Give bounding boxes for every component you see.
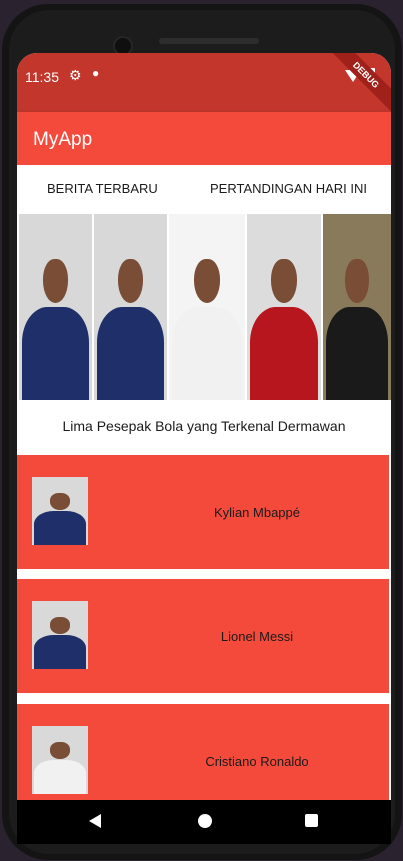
- player-name: Lionel Messi: [220, 629, 294, 644]
- player-name: Cristiano Ronaldo: [205, 754, 309, 769]
- tab-pertandingan-hari-ini[interactable]: PERTANDINGAN HARI INI: [210, 181, 367, 196]
- player-card-ronaldo[interactable]: Cristiano Ronaldo: [17, 704, 389, 800]
- tab-row: BERITA TERBARU PERTANDINGAN HARI INI: [17, 165, 391, 213]
- ozil-photo: [323, 214, 391, 400]
- ronaldo-photo: [169, 214, 245, 400]
- mbappe-photo: [19, 214, 92, 400]
- system-nav-bar: [17, 800, 391, 844]
- app-screen: 11:35 ⚙ ● DEBUG MyApp BERITA TERBARU PER…: [17, 53, 391, 800]
- settings-icon: ⚙: [69, 67, 82, 83]
- salah-photo: [247, 214, 321, 400]
- players-banner: [17, 214, 391, 400]
- earpiece: [159, 38, 259, 44]
- debug-banner: DEBUG: [321, 53, 391, 120]
- status-bar: 11:35 ⚙ ● DEBUG: [17, 53, 391, 120]
- recent-apps-icon[interactable]: [305, 814, 318, 827]
- back-icon[interactable]: [89, 814, 101, 828]
- status-time: 11:35: [25, 69, 59, 85]
- app-title: MyApp: [33, 129, 93, 150]
- app-bar: MyApp: [17, 112, 391, 165]
- player-thumbnail: [32, 601, 88, 669]
- banner-caption: Lima Pesepak Bola yang Terkenal Dermawan: [17, 400, 391, 455]
- player-thumbnail: [32, 477, 88, 545]
- home-icon[interactable]: [198, 814, 212, 828]
- messi-photo: [94, 214, 167, 400]
- player-card-messi[interactable]: Lionel Messi: [17, 579, 389, 693]
- player-name: Kylian Mbappé: [214, 505, 300, 520]
- player-card-mbappe[interactable]: Kylian Mbappé: [17, 455, 389, 569]
- tab-berita-terbaru[interactable]: BERITA TERBARU: [47, 181, 158, 196]
- player-thumbnail: [32, 726, 88, 794]
- notification-dot-icon: ●: [92, 66, 100, 80]
